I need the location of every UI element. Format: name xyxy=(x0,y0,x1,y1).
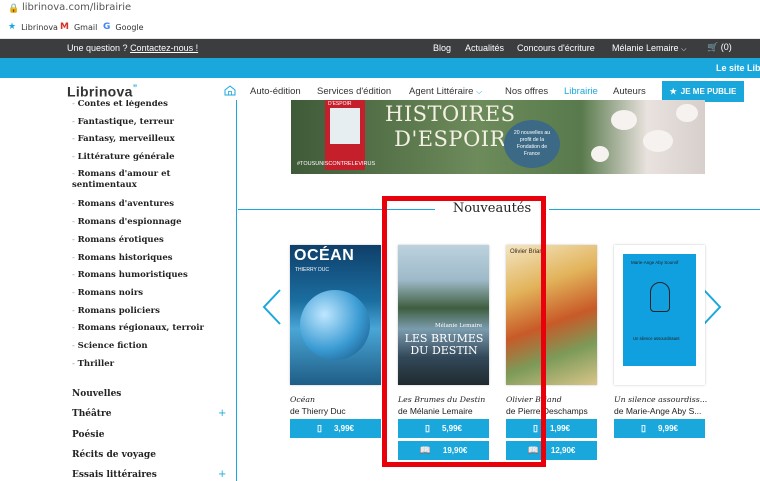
hero-title: HISTOIRES D'ESPOIR xyxy=(385,102,516,151)
star-icon: ★ xyxy=(8,22,17,32)
cart-icon: 🛒 xyxy=(707,42,719,52)
highlight-box xyxy=(382,196,546,467)
book-author[interactable]: de Marie-Ange Aby S... xyxy=(614,406,714,416)
banner-text: Le site Lib xyxy=(716,63,760,73)
google-icon: G xyxy=(103,22,111,32)
announcement-banner[interactable]: Le site Lib xyxy=(0,58,760,78)
home-icon[interactable] xyxy=(224,85,236,96)
bookmark-librinova[interactable]: ★ Librinova xyxy=(8,22,58,32)
category-sidebar: Contes et légendes Fantastique, terreur … xyxy=(0,100,237,481)
book-title[interactable]: Un silence assourdiss... xyxy=(614,395,719,404)
sidebar-subcategory[interactable]: Contes et légendes xyxy=(72,100,222,110)
price-ebook-button[interactable]: ▯ 9,99€ xyxy=(614,419,705,438)
user-menu[interactable]: Mélanie Lemaire ⌵ xyxy=(612,43,686,54)
sidebar-subcategory[interactable]: Romans historiques xyxy=(72,253,222,264)
sidebar-subcategory[interactable]: Romans humoristiques xyxy=(72,270,222,281)
expand-plus-icon[interactable]: + xyxy=(218,469,226,480)
sidebar-subcategory[interactable]: Romans érotiques xyxy=(72,235,222,246)
sidebar-subcategory[interactable]: Littérature générale xyxy=(72,152,222,163)
blossom-decoration xyxy=(676,104,698,122)
tablet-icon: ▯ xyxy=(317,423,322,433)
divider xyxy=(549,209,760,210)
contact-link[interactable]: Contactez-nous ! xyxy=(130,43,198,53)
hero-hashtag: #TOUSUNISCONTRELEVIRUS xyxy=(297,161,376,167)
price-ebook-button[interactable]: ▯ 3,99€ xyxy=(290,419,381,438)
hero-circle-text: 20 nouvelles au profit de la Fondation d… xyxy=(504,120,560,168)
bookmark-google[interactable]: G Google xyxy=(103,22,144,32)
nav-agent-litteraire[interactable]: Agent Littéraire ⌵ xyxy=(409,86,482,97)
nav-auteurs[interactable]: Auteurs xyxy=(613,86,646,97)
bookmark-label: Librinova xyxy=(21,22,58,32)
nav-nos-offres[interactable]: Nos offres xyxy=(505,86,548,97)
expand-plus-icon[interactable]: + xyxy=(218,408,226,419)
sidebar-subcategory[interactable]: Romans d'amour et sentimentaux xyxy=(72,169,182,191)
sidebar-subcategory[interactable]: Romans noirs xyxy=(72,288,222,299)
sidebar-category-essais[interactable]: Essais littéraires xyxy=(72,470,157,480)
nav-services-edition[interactable]: Services d'édition xyxy=(317,86,391,97)
contact-prompt: Une question ? Contactez-nous ! xyxy=(67,43,199,53)
sidebar-subcategory[interactable]: Romans d'espionnage xyxy=(72,217,222,228)
sidebar-category-theatre[interactable]: Théâtre xyxy=(72,409,111,419)
logo-mark-icon: ” xyxy=(132,83,138,93)
logo[interactable]: Librinova” xyxy=(67,83,138,100)
blossom-decoration xyxy=(611,110,637,130)
nav-auto-edition[interactable]: Auto-édition xyxy=(250,86,301,97)
lock-icon: 🔒 xyxy=(8,3,20,13)
bookmark-label: Gmail xyxy=(73,22,98,32)
carousel-prev-arrow-icon[interactable] xyxy=(261,288,283,326)
cart-button[interactable]: 🛒 (0) xyxy=(707,42,732,53)
book-title[interactable]: Océan xyxy=(290,395,395,404)
sidebar-subcategory[interactable]: Science fiction xyxy=(72,341,222,352)
hero-book-cover: D'ESPOIR xyxy=(325,100,365,170)
url-text[interactable]: librinova.com/librairie xyxy=(22,2,131,13)
sidebar-subcategory[interactable]: Fantastique, terreur xyxy=(72,117,222,128)
blossom-decoration xyxy=(643,130,673,152)
book-cover[interactable]: OCÉAN THIERRY DUC xyxy=(290,245,381,385)
star-icon: ★ xyxy=(669,87,677,96)
top-link-concours[interactable]: Concours d'écriture xyxy=(517,43,595,53)
bookmarks-bar: ★ Librinova M Gmail G Google xyxy=(0,17,760,39)
blossom-decoration xyxy=(591,146,609,162)
book-cover[interactable]: Marie-Ange Aby Sourvif Un silence assour… xyxy=(614,245,705,385)
bookmark-label: Google xyxy=(115,22,144,32)
address-bar[interactable]: 🔒 librinova.com/librairie xyxy=(0,0,760,17)
chevron-down-icon: ⌵ xyxy=(476,87,483,96)
top-link-actualites[interactable]: Actualités xyxy=(465,43,504,53)
sidebar-category-recits[interactable]: Récits de voyage xyxy=(72,450,156,460)
top-link-blog[interactable]: Blog xyxy=(433,43,451,53)
chevron-down-icon: ⌵ xyxy=(681,46,687,53)
sidebar-subcategory[interactable]: Romans d'aventures xyxy=(72,199,222,210)
sidebar-subcategory[interactable]: Thriller xyxy=(72,359,222,370)
top-bar: Une question ? Contactez-nous ! Blog Act… xyxy=(0,39,760,58)
nav-librairie[interactable]: Librairie xyxy=(564,86,598,97)
book-author[interactable]: de Thierry Duc xyxy=(290,406,390,416)
sidebar-subcategory[interactable]: Fantasy, merveilleux xyxy=(72,134,222,145)
keyhole-illustration xyxy=(650,282,670,312)
sidebar-subcategory[interactable]: Romans policiers xyxy=(72,306,222,317)
sidebar-subcategory[interactable]: Romans régionaux, terroir xyxy=(72,323,222,334)
hero-banner[interactable]: D'ESPOIR HISTOIRES D'ESPOIR 20 nouvelles… xyxy=(291,100,705,174)
globe-illustration xyxy=(300,290,370,360)
sidebar-category-poesie[interactable]: Poésie xyxy=(72,430,104,440)
gmail-icon: M xyxy=(60,22,69,32)
tablet-icon: ▯ xyxy=(641,423,646,433)
publish-button[interactable]: ★ JE ME PUBLIE xyxy=(662,81,744,102)
bookmark-gmail[interactable]: M Gmail xyxy=(60,22,97,32)
sidebar-category-nouvelles[interactable]: Nouvelles xyxy=(72,389,121,399)
